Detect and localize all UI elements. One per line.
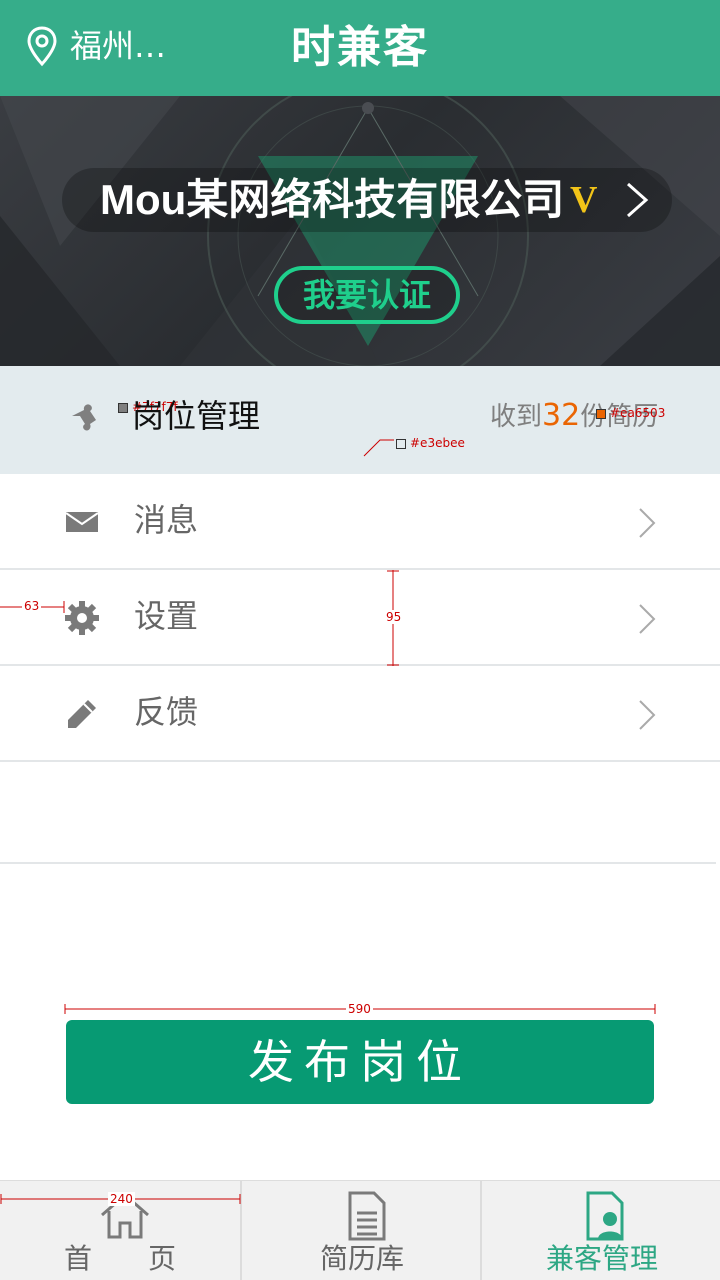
- menu-item-label: 反馈: [134, 693, 199, 731]
- company-name[interactable]: Mou某网络科技有限公司: [100, 174, 564, 226]
- menu-item-feedback[interactable]: 反馈: [0, 666, 720, 762]
- chevron-right-icon: [639, 700, 656, 730]
- document-icon: [348, 1191, 386, 1241]
- count-color-annotation: #ea6503: [596, 406, 665, 420]
- company-banner: Mou某网络科技有限公司 V 我要认证: [0, 96, 720, 366]
- tab-label: 简历库: [319, 1242, 404, 1275]
- row-height-measure: 95: [384, 610, 404, 624]
- tab-width-measure: 240: [108, 1192, 135, 1206]
- received-count: 32: [542, 398, 581, 433]
- publish-job-button[interactable]: 发布岗位: [66, 1020, 654, 1104]
- job-management-bar[interactable]: #7f7f7f 岗位管理 收到32份简历 #ea6503 #e3ebee: [0, 366, 720, 474]
- user-file-icon: [586, 1191, 624, 1241]
- menu-item-settings[interactable]: 设置: [0, 570, 720, 666]
- certify-button[interactable]: 我要认证: [274, 266, 460, 324]
- menu-item-label: 设置: [134, 597, 199, 635]
- empty-row: [0, 764, 716, 864]
- gear-icon: [65, 601, 99, 635]
- puzzle-icon: [72, 404, 96, 431]
- job-management-label: 岗位管理: [132, 397, 261, 435]
- tab-label: 兼客管理: [545, 1242, 658, 1275]
- chevron-right-icon: [639, 604, 656, 634]
- icon-offset-measure: 63: [22, 599, 42, 613]
- bg-color-annotation: #e3ebee: [396, 436, 465, 450]
- tab-worker-management[interactable]: 兼客管理: [480, 1181, 720, 1280]
- envelope-icon: [65, 512, 99, 532]
- button-width-measure: 590: [346, 1002, 373, 1016]
- tab-resume-library[interactable]: 简历库: [240, 1181, 480, 1280]
- chevron-right-icon: [639, 508, 656, 538]
- chevron-right-icon[interactable]: [622, 180, 652, 220]
- received-prefix: 收到: [490, 402, 543, 432]
- menu-item-label: 消息: [134, 501, 199, 539]
- menu-item-messages[interactable]: 消息: [0, 474, 720, 570]
- tab-label: 首 页: [63, 1242, 176, 1275]
- top-header: 福州… 时兼客: [0, 0, 720, 96]
- vip-badge: V: [570, 179, 598, 221]
- pencil-icon: [68, 700, 96, 728]
- app-title: 时兼客: [291, 22, 429, 73]
